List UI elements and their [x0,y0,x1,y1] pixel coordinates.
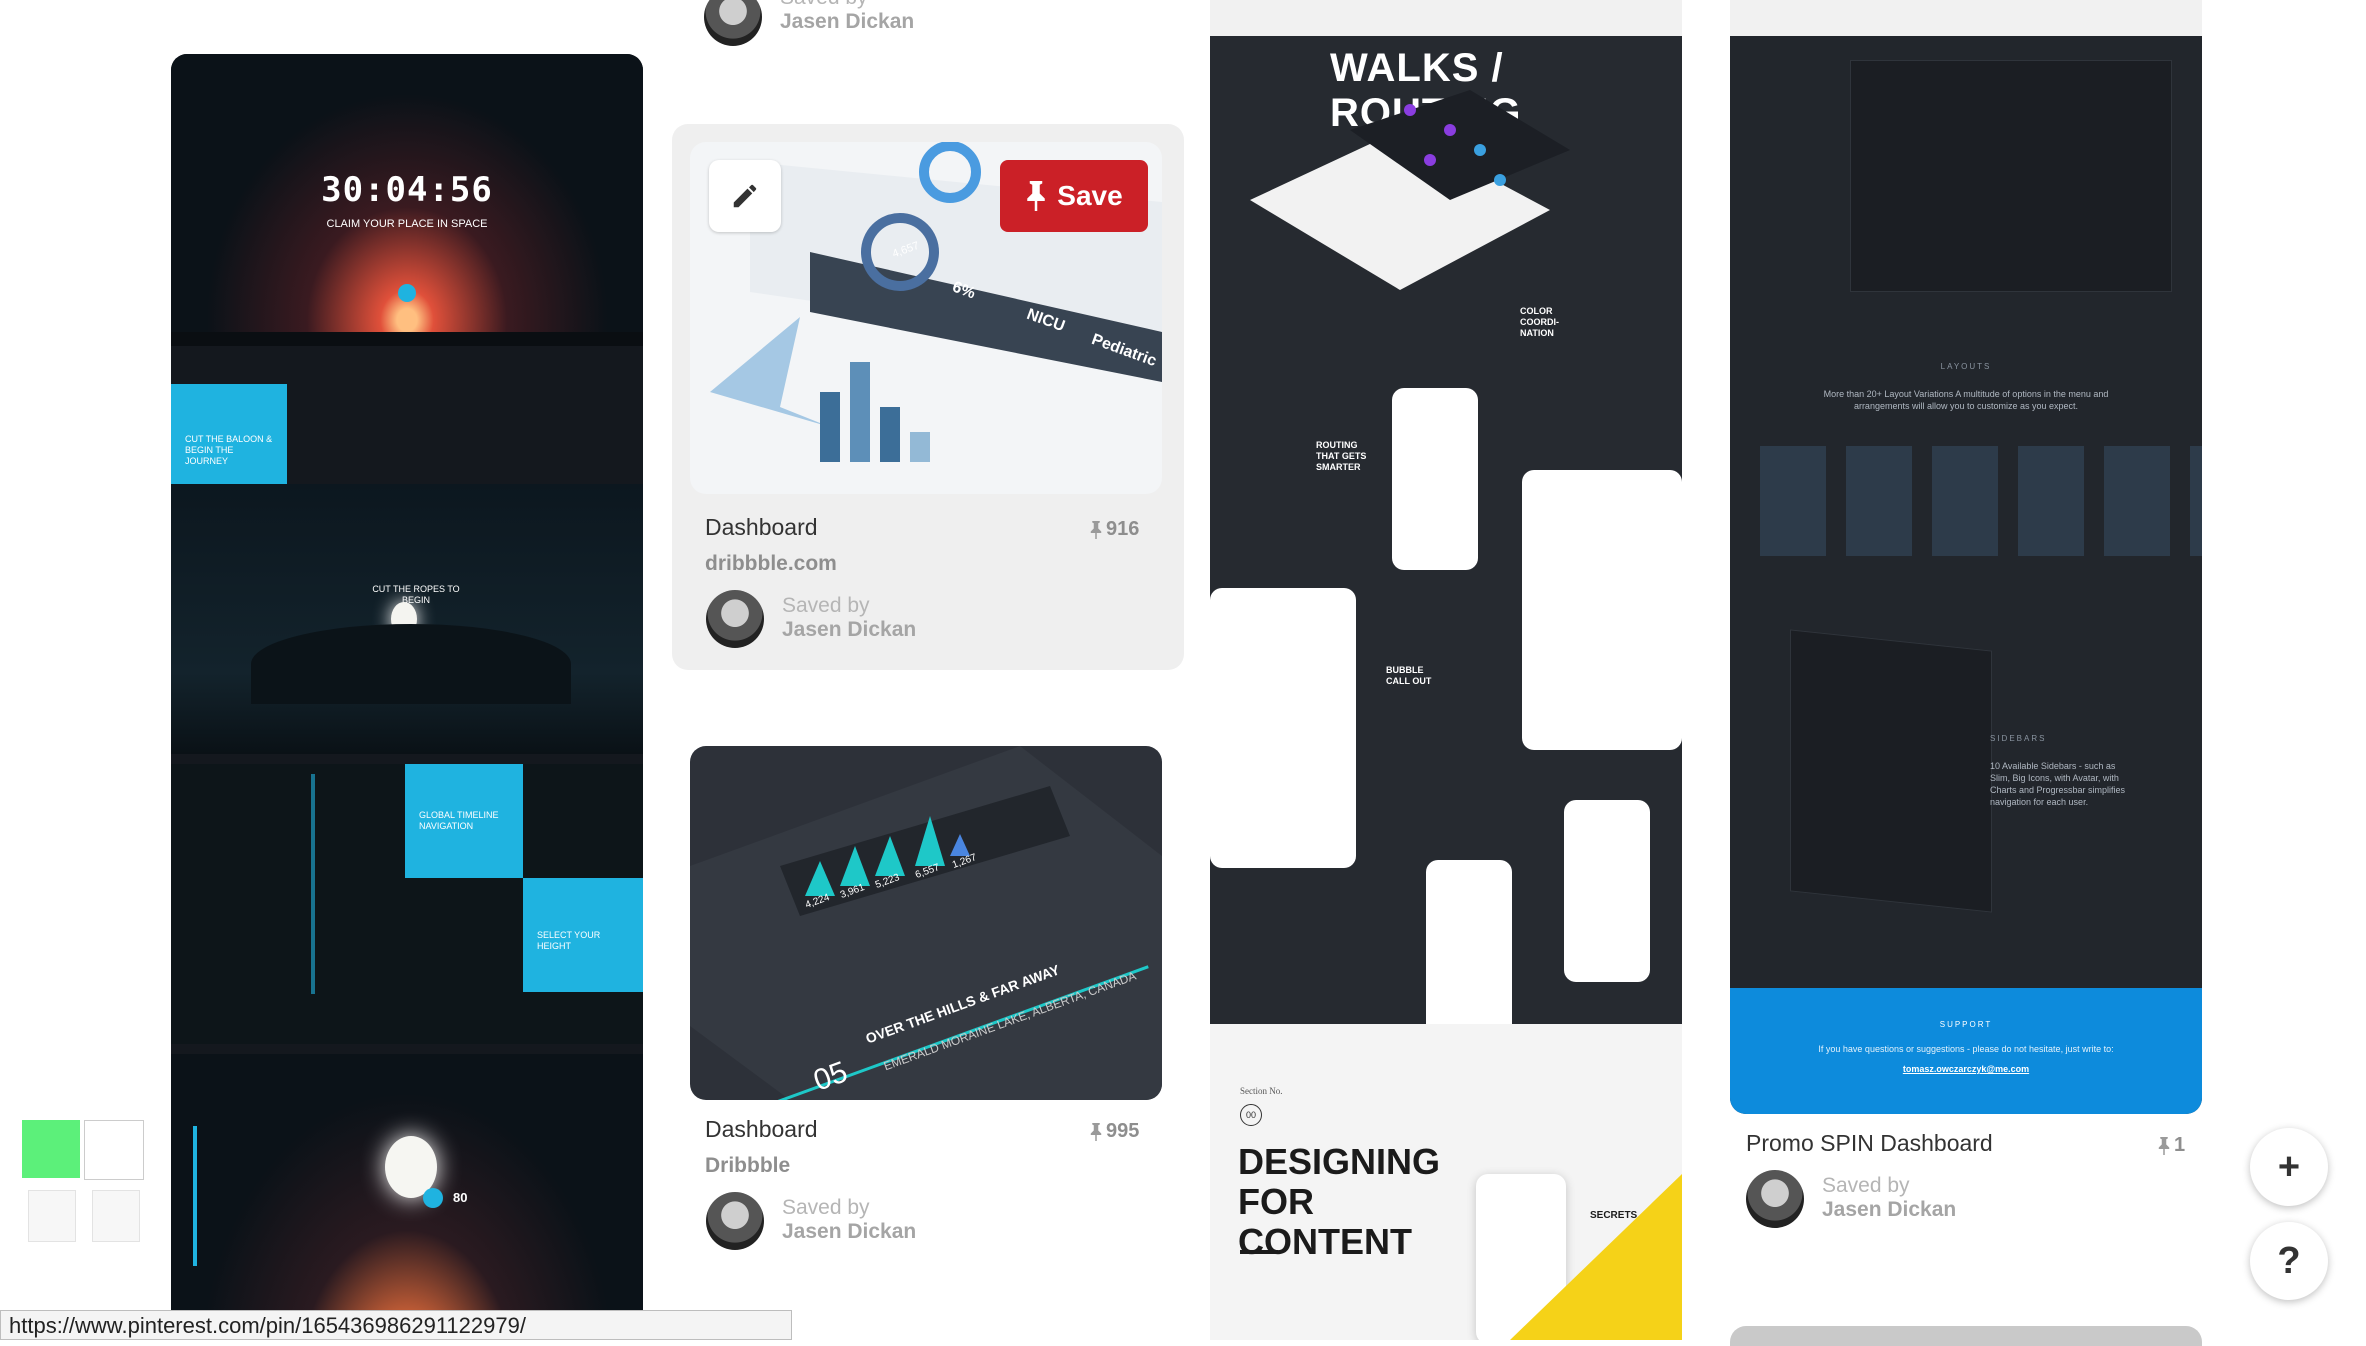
saved-by-spin: Saved by Jasen Dickan [1822,1174,1956,1222]
phone-2 [1564,800,1650,982]
saved-by-label: Saved by [1822,1174,1910,1197]
saved-by-partial-top: Saved by Jasen Dickan [780,0,914,34]
saved-by-user[interactable]: Jasen Dickan [1822,1198,1956,1222]
spin-table-preview [1850,60,2172,292]
save-button-label: Save [1057,180,1123,211]
tablet-2 [1210,588,1356,868]
pin-count-icon [1090,520,1102,539]
status-bar-url: https://www.pinterest.com/pin/1654369862… [0,1310,792,1340]
avatar-dashboard-1[interactable] [706,590,764,648]
saved-by-label: Saved by [782,594,870,617]
spin-sidebar-previews [1790,629,1992,913]
pin-source-dashboard-1[interactable]: dribbble.com [705,552,837,576]
pin-title-dashboard-2[interactable]: Dashboard [705,1116,818,1143]
avatar-spin[interactable] [1746,1170,1804,1228]
spin-layout-thumbs [1760,446,2202,556]
spin-support-label: SUPPORT [1939,1020,1993,1029]
spin-layouts-label: LAYOUTS [1940,362,1992,371]
spin-sidebars-label: SIDEBARS [1990,734,2047,743]
timeline-bar [311,774,315,994]
saved-by-dashboard-2: Saved by Jasen Dickan [782,1196,916,1244]
spin-layouts-text: More than 20+ Layout Variations A multit… [1823,389,2109,411]
pin-count-icon [2158,1136,2170,1155]
spin-support-email[interactable]: tomasz.owczarczyk@me.com [1730,1064,2202,1074]
mountain [251,624,571,704]
spin-support-text: If you have questions or suggestions - p… [1818,1044,2114,1054]
avatar-partial-top[interactable] [704,0,762,46]
pin-title-dashboard-1[interactable]: Dashboard [705,514,818,541]
phone-3 [1426,860,1512,1042]
pin-count-dashboard-2-wrap: 995 [1090,1120,1139,1143]
hero-tagline: CLAIM YOUR PLACE IN SPACE [326,218,488,230]
pin-count-dashboard-2: 995 [1106,1120,1140,1142]
pin-image-walks-routing[interactable]: WALKS / ROUTING COLOR COORDI-NATION ROUT… [1210,0,1682,1340]
question-icon: ? [2277,1239,2301,1282]
help-button[interactable]: ? [2250,1222,2328,1300]
pin-image-klm-space[interactable]: 30:04:56 CLAIM YOUR PLACE IN SPACE CUT T… [171,54,643,1334]
walks-section-label: Section No. [1240,1086,1283,1096]
pin-source-dashboard-2[interactable]: Dribbble [705,1154,790,1178]
pin-count-dashboard-1: 916 [1106,518,1140,540]
pin-count-dashboard-1-wrap: 916 [1090,518,1139,541]
edit-pin-button[interactable] [709,160,781,232]
plus-icon: + [2277,1145,2301,1188]
thumbnail-doc-1[interactable] [28,1190,76,1242]
thumbnail-dashboard[interactable] [84,1120,144,1180]
panel-global-timeline-text: GLOBAL TIMELINE NAVIGATION [419,810,499,831]
saved-by-user[interactable]: Jasen Dickan [780,10,914,34]
add-pin-button[interactable]: + [2250,1128,2328,1206]
walks-designing: DESIGNING FOR CONTENT [1238,1141,1441,1262]
walks-yellow-corner [1510,1174,1682,1340]
saved-by-user[interactable]: Jasen Dickan [782,1220,916,1244]
saved-by-label: Saved by [780,0,868,9]
saved-by-user[interactable]: Jasen Dickan [782,618,916,642]
saved-by-label: Saved by [782,1196,870,1219]
tablet-1 [1522,470,1682,750]
panel-cut-balloon-text: CUT THE BALOON & BEGIN THE JOURNEY [185,434,273,466]
panel-cut-balloon: CUT THE BALOON & BEGIN THE JOURNEY [171,384,287,484]
panel-global-timeline: GLOBAL TIMELINE NAVIGATION [405,764,523,878]
height-slider-track[interactable] [193,1126,197,1266]
walks-routing: ROUTING THAT GETS SMARTER [1316,440,1367,472]
pin-icon [1027,181,1046,211]
pin-count-spin-wrap: 1 [2158,1134,2185,1157]
cut-ropes-text: CUT THE ROPES TO BEGIN [372,584,460,605]
walks-color: COLOR COORDI-NATION [1520,306,1559,338]
panel-select-height-text: SELECT YOUR HEIGHT [537,930,601,951]
save-button[interactable]: Save [1000,160,1148,232]
spin-sidebars-text: 10 Available Sidebars - such as Slim, Bi… [1990,761,2126,807]
pin-count-spin: 1 [2174,1134,2186,1156]
hero-countdown: 30:04:56 [321,170,493,210]
pin-count-icon [1090,1122,1102,1141]
walks-bubble: BUBBLE CALL OUT [1386,665,1432,686]
pencil-icon [733,184,757,208]
avatar-dashboard-2[interactable] [706,1192,764,1250]
walks-secrets: SECRETS [1590,1210,1638,1221]
height-value: 80 [453,1190,468,1205]
pin-image-spin-dashboard[interactable]: LAYOUTS More than 20+ Layout Variations … [1730,0,2202,1114]
panel-select-height: SELECT YOUR HEIGHT [523,878,643,992]
hero-cta-dot[interactable] [398,284,416,302]
pin-title-spin[interactable]: Promo SPIN Dashboard [1746,1130,1993,1157]
spin-screenshot [1730,0,2202,36]
thumbnail-green[interactable] [22,1120,80,1178]
walks-iso-map [1250,90,1570,290]
klm-nav-bar [171,332,643,346]
next-pin-partial[interactable] [1730,1326,2202,1346]
walks-section-no: 00 [1240,1104,1262,1126]
walks-top-strip [1210,0,1682,36]
thumbnail-doc-2[interactable] [92,1190,140,1242]
walks-underline [1240,1250,1278,1254]
height-dial[interactable] [423,1188,443,1208]
phone-1 [1392,388,1478,570]
pin-image-dashboard-2[interactable]: 4,224 3,961 5,223 6,557 1,267 05 OVER TH… [690,746,1162,1100]
saved-by-dashboard-1: Saved by Jasen Dickan [782,594,916,642]
